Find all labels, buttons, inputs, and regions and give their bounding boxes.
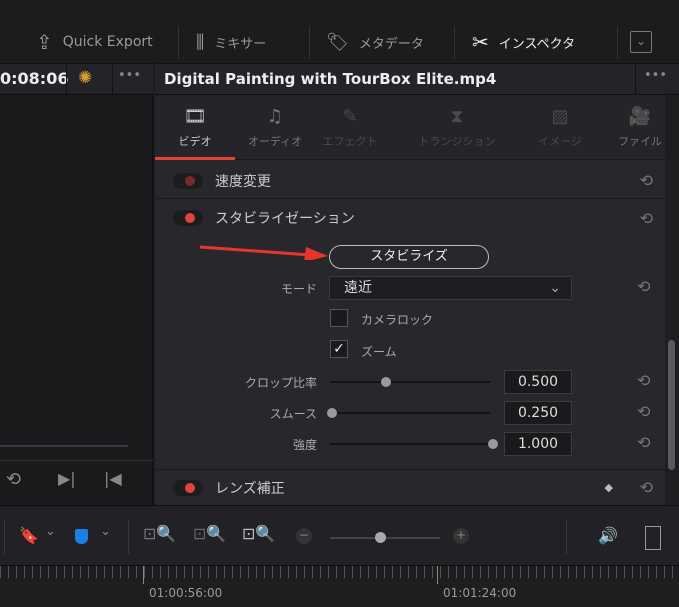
strength-label: 強度 (292, 438, 317, 452)
reset-icon[interactable]: ⟲ (640, 478, 653, 497)
metadata-button[interactable]: 🏷 メタデータ (326, 22, 424, 62)
section-lens-correction[interactable]: レンズ補正 ◆ ⟲ (155, 469, 665, 505)
lens-toggle[interactable] (173, 479, 203, 496)
timeline-ruler[interactable]: 01:00:56:00 01:01:24:00 (0, 565, 679, 607)
viewer-header: 0:08:06 ✺ ••• (0, 63, 153, 95)
scrubber[interactable] (0, 445, 128, 447)
section-speed-change[interactable]: 速度変更 ⟲ (155, 163, 665, 199)
reset-icon[interactable]: ⟲ (640, 209, 653, 228)
chevron-down-icon[interactable]: ⌄ (45, 524, 56, 539)
smooth-label: スムース (269, 407, 317, 421)
divider (454, 26, 455, 58)
flag-icon[interactable]: 🔖 (19, 526, 39, 545)
expand-button[interactable]: ⌄ (630, 31, 652, 53)
slider-knob[interactable] (327, 408, 337, 418)
zoom-custom-icon[interactable]: ⊡🔍 (242, 524, 275, 543)
viewer-panel: ⟲ ▶| |◀ (0, 95, 153, 505)
stabilize-button[interactable]: スタビライズ (329, 245, 489, 269)
export-icon: ⇪ (36, 30, 53, 54)
inspector-tabs: 🎞 ビデオ ♫ オーディオ ✎ エフェクト ⧗ トランジション ▨ イメージ 🎥 ファイル (155, 95, 665, 160)
music-icon: ♫ (266, 106, 284, 127)
crop-ratio-label: クロップ比率 (244, 376, 317, 390)
zoom-detail-icon[interactable]: ⊡🔍 (193, 524, 226, 543)
meter-icon[interactable] (645, 526, 661, 550)
tab-effects[interactable]: ✎ エフェクト (310, 95, 390, 160)
strength-field[interactable]: 1.000 (504, 432, 572, 456)
zoom-checkbox[interactable]: ✓ (330, 340, 348, 358)
stabilization-toggle[interactable] (173, 210, 203, 226)
color-wheel-icon[interactable]: ✺ (78, 68, 92, 88)
divider (178, 26, 179, 58)
tick-label: 01:01:24:00 (443, 586, 517, 600)
chevron-down-icon: ⌄ (549, 280, 561, 296)
tick-label: 01:00:56:00 (149, 586, 223, 600)
mode-label: モード (280, 282, 317, 296)
more-icon[interactable]: ••• (118, 68, 141, 83)
reset-icon[interactable]: ⟲ (637, 433, 650, 452)
loop-icon[interactable]: ⟲ (6, 469, 21, 490)
tag-icon: 🏷 (326, 31, 349, 53)
speed-toggle[interactable] (173, 172, 203, 189)
slider-knob[interactable] (488, 439, 498, 449)
zoom-out-button[interactable]: − (296, 528, 312, 544)
prev-frame-icon[interactable]: |◀ (104, 469, 122, 488)
chevron-down-icon: ⌄ (635, 34, 647, 48)
more-icon[interactable]: ••• (644, 68, 667, 83)
camera-icon: 🎥 (628, 106, 652, 127)
smooth-slider[interactable] (327, 408, 490, 418)
magic-wand-icon: ✎ (342, 106, 358, 127)
next-frame-icon[interactable]: ▶| (58, 469, 76, 488)
timecode: 0:08:06 (0, 69, 69, 88)
speaker-icon[interactable]: 🔊 (598, 526, 618, 545)
red-arrow-annotation (199, 245, 328, 260)
tab-transition[interactable]: ⧗ トランジション (417, 95, 497, 160)
scrollbar-thumb[interactable] (668, 340, 675, 470)
transition-icon: ⧗ (450, 106, 464, 127)
crop-ratio-field[interactable]: 0.500 (504, 370, 572, 394)
inspector-header: Digital Painting with TourBox Elite.mp4 … (155, 63, 679, 95)
image-icon: ▨ (551, 106, 569, 127)
crop-ratio-slider[interactable] (330, 377, 490, 387)
tab-video[interactable]: 🎞 ビデオ (155, 95, 235, 160)
keyframe-icon[interactable]: ◆ (605, 481, 613, 494)
tools-icon: ✂ (472, 30, 489, 54)
mode-dropdown[interactable]: 遠近 ⌄ (329, 276, 572, 300)
tab-image[interactable]: ▨ イメージ (520, 95, 600, 160)
reset-icon[interactable]: ⟲ (637, 277, 650, 296)
smooth-field[interactable]: 0.250 (504, 401, 572, 425)
mixer-button[interactable]: ⫼ ミキサー (196, 22, 266, 62)
timeline-toolbar: 🔖 ⌄ ⌄ ⊡🔍 ⊡🔍 ⊡🔍 − + 🔊 (0, 505, 679, 565)
zoom-in-button[interactable]: + (453, 528, 469, 544)
strength-slider[interactable] (330, 439, 498, 449)
scrollbar[interactable] (665, 95, 679, 505)
section-stabilization[interactable]: スタビライゼーション ⟲ (155, 200, 665, 236)
divider (617, 26, 618, 58)
clip-title: Digital Painting with TourBox Elite.mp4 (164, 70, 497, 88)
reset-icon[interactable]: ⟲ (640, 171, 653, 190)
mixer-icon: ⫼ (196, 31, 205, 53)
zoom-full-icon[interactable]: ⊡🔍 (143, 524, 176, 543)
slider-knob[interactable] (381, 377, 391, 387)
film-icon: 🎞 (183, 106, 207, 127)
tab-audio[interactable]: ♫ オーディオ (235, 95, 315, 160)
reset-icon[interactable]: ⟲ (637, 402, 650, 421)
marker-icon[interactable] (75, 529, 88, 544)
inspector-button[interactable]: ✂ インスペクタ (472, 22, 575, 62)
zoom-slider-knob[interactable] (375, 532, 386, 543)
chevron-down-icon[interactable]: ⌄ (100, 524, 111, 539)
quick-export-button[interactable]: ⇪ Quick Export (36, 22, 153, 62)
reset-icon[interactable]: ⟲ (637, 371, 650, 390)
camera-lock-checkbox[interactable] (330, 309, 348, 327)
divider (309, 26, 310, 58)
